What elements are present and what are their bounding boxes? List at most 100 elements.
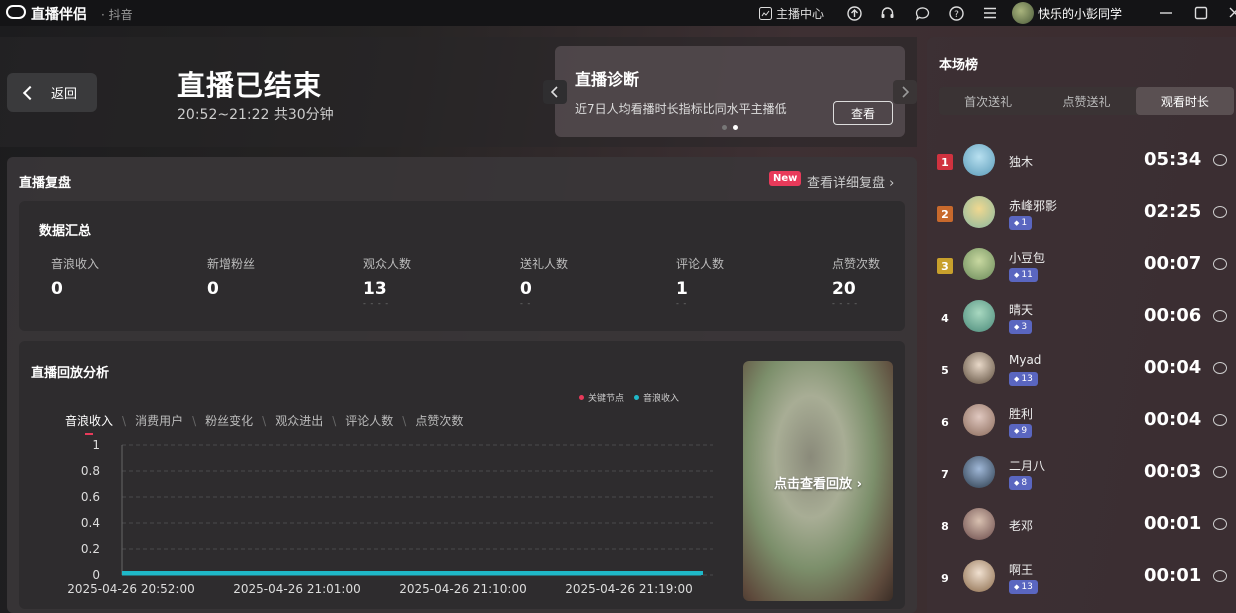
fan-level-badge: ◆ 13 [1009,372,1038,386]
diagnosis-text: 近7日人均看播时长指标比同水平主播低 [575,102,787,116]
y-tick-label: 0.2 [81,542,100,556]
host-center-button[interactable]: 主播中心 [757,4,824,22]
back-button[interactable]: 返回 [7,73,97,112]
ranking-tabs: 首次送礼 点赞送礼 观看时长 [939,87,1234,115]
metric-gifters[interactable]: 送礼人数 0 - - [520,255,568,308]
avatar[interactable] [963,248,995,280]
ranking-row[interactable]: 3 小豆包 ◆ 11 00:07 [927,246,1236,298]
tab-watch-time[interactable]: 观看时长 [1135,87,1234,115]
avatar[interactable] [963,560,995,592]
headset-icon [879,5,895,21]
chat-bubble-icon[interactable] [1213,518,1227,530]
metric-label: 观众人数 [363,257,412,271]
legend-item: 关键节点 [579,391,624,404]
avatar[interactable] [963,196,995,228]
chevron-left-icon [22,85,38,100]
viewer-name: 二月八 [1009,459,1046,473]
message-button[interactable] [914,4,930,22]
tab-viewer-flow[interactable]: 观众进出 [275,412,323,429]
x-tick-label: 2025-04-26 20:52:00 [67,582,194,596]
menu-button[interactable] [982,4,998,22]
chat-bubble-icon[interactable] [1213,258,1227,270]
tab-fan-change[interactable]: 粉丝变化 [205,412,253,429]
tab-commenters[interactable]: 评论人数 [345,412,393,429]
metric-value: 0 [51,279,63,299]
tab-consumers[interactable]: 消费用户 [135,412,183,429]
user-profile[interactable]: 快乐的小彭同学 [1012,1,1122,25]
carousel-dot[interactable] [722,125,727,130]
avatar[interactable] [963,404,995,436]
tab-first-gift[interactable]: 首次送礼 [939,87,1037,115]
metric-underline: - - - - [363,299,390,308]
diamond-icon: ◆ [1014,375,1020,383]
fan-level-badge: ◆ 9 [1009,424,1033,438]
chat-bubble-icon[interactable] [1213,466,1227,478]
metric-new-fans: 新增粉丝 0 [207,255,255,299]
chat-bubble-icon[interactable] [1213,310,1227,322]
close-button[interactable] [1226,4,1236,22]
watch-time: 00:01 [1144,513,1202,534]
ranking-row[interactable]: 8 老邓 00:01 [927,506,1236,558]
help-button[interactable]: ? [948,4,964,22]
fan-level-badge: ◆ 8 [1009,476,1033,490]
ranking-row[interactable]: 1 独木 05:34 [927,142,1236,194]
metric-commenters[interactable]: 评论人数 1 - - [676,255,724,308]
ranking-row[interactable]: 5 Myad ◆ 13 00:04 [927,350,1236,402]
ranking-row[interactable]: 7 二月八 ◆ 8 00:03 [927,454,1236,506]
carousel-prev-button[interactable] [543,80,567,104]
chevron-left-icon [551,86,558,98]
fan-level-badge: ◆ 3 [1009,320,1033,334]
y-tick-label: 0 [92,568,100,582]
legend-dot-key-node [579,395,584,400]
diagnosis-view-button[interactable]: 查看 [833,101,893,125]
legend-label: 音浪收入 [643,394,680,404]
ranking-title: 本场榜 [939,58,979,73]
maximize-icon [1193,5,1209,21]
tab-income[interactable]: 音浪收入 [65,412,113,435]
chat-bubble-icon[interactable] [1213,206,1227,218]
chat-bubble-icon[interactable] [1213,414,1227,426]
review-title: 直播复盘 [19,176,72,191]
data-summary-card: 数据汇总 音浪收入 0 新增粉丝 0 观众人数 13 - - - - 送礼人数 … [19,201,905,331]
tab-likes[interactable]: 点赞次数 [415,412,463,429]
chevron-right-icon [902,86,909,98]
avatar[interactable] [963,144,995,176]
headset-button[interactable] [879,4,895,22]
avatar[interactable] [963,456,995,488]
metric-likes[interactable]: 点赞次数 20 - - - - [832,255,880,308]
tab-separator: \ [332,413,337,428]
tab-like-gift[interactable]: 点赞送礼 [1037,87,1135,115]
y-tick-label: 1 [92,438,100,452]
x-tick-label: 2025-04-26 21:19:00 [565,582,692,596]
carousel-next-button[interactable] [893,80,917,104]
avatar[interactable] [963,352,995,384]
chat-bubble-icon[interactable] [1213,570,1227,582]
chat-bubble-icon[interactable] [1213,362,1227,374]
ranking-row[interactable]: 9 啊王 ◆ 13 00:01 [927,558,1236,610]
avatar[interactable] [963,508,995,540]
carousel-dots [722,125,738,130]
fan-level-badge: ◆ 1 [1009,216,1033,230]
viewer-name: 晴天 [1009,303,1034,317]
rank-number: 4 [941,311,949,325]
ranking-row[interactable]: 6 胜利 ◆ 9 00:04 [927,402,1236,454]
minimize-button[interactable] [1158,4,1174,22]
metric-value: 0 [207,279,219,299]
svg-text:?: ? [954,10,959,20]
chat-bubble-icon[interactable] [1213,154,1227,166]
view-detail-review-link[interactable]: 查看详细复盘 › [807,172,894,191]
rank-number: 1 [937,154,953,170]
maximize-button[interactable] [1193,4,1209,22]
back-label: 返回 [51,87,78,102]
fan-level-value: 8 [1021,478,1028,488]
live-time-range: 20:52~21:22 共30分钟 [177,107,334,123]
replay-thumbnail[interactable]: 点击查看回放 › [743,361,893,601]
avatar[interactable] [963,300,995,332]
ranking-row[interactable]: 2 赤峰邪影 ◆ 1 02:25 [927,194,1236,246]
metric-viewers[interactable]: 观众人数 13 - - - - [363,255,411,308]
ranking-row[interactable]: 4 晴天 ◆ 3 00:06 [927,298,1236,350]
income-chart[interactable]: 0 0.2 0.4 0.6 0.8 1 2025-04-26 20:52:00 2025-04… [19,431,729,601]
carousel-dot-active[interactable] [733,125,738,130]
upload-button[interactable] [846,4,862,22]
y-tick-label: 0.8 [81,464,100,478]
